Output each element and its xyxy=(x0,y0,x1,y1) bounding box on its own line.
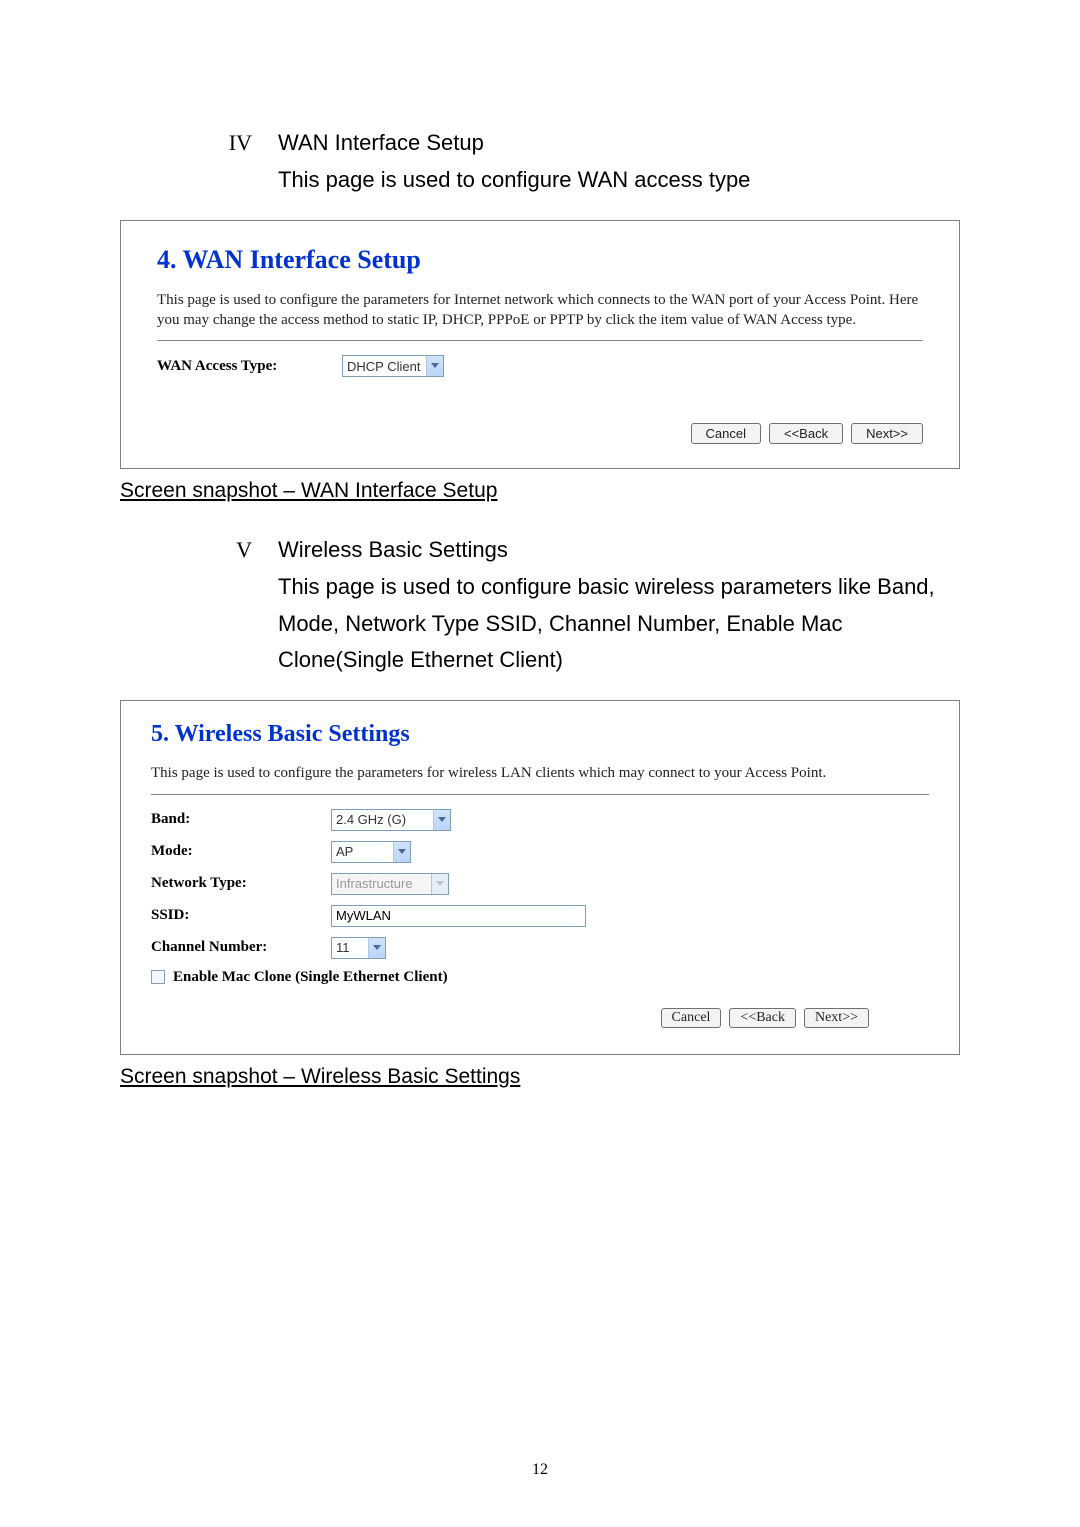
divider xyxy=(157,340,923,341)
chevron-down-icon xyxy=(368,938,385,958)
band-value: 2.4 GHz (G) xyxy=(332,812,412,827)
chevron-down-icon xyxy=(433,810,450,830)
cancel-button[interactable]: Cancel xyxy=(691,423,761,444)
section-v-title: Wireless Basic Settings xyxy=(278,537,508,563)
nettype-label: Network Type: xyxy=(151,875,331,892)
mode-value: AP xyxy=(332,844,359,859)
mac-clone-checkbox[interactable] xyxy=(151,970,165,984)
wan-caption: Screen snapshot – WAN Interface Setup xyxy=(120,479,960,503)
wan-access-row: WAN Access Type: DHCP Client xyxy=(157,355,923,377)
mode-label: Mode: xyxy=(151,843,331,860)
wireless-panel-title: 5. Wireless Basic Settings xyxy=(151,721,929,748)
section-iv-desc: This page is used to configure WAN acces… xyxy=(278,162,960,198)
chevron-down-icon xyxy=(431,874,448,894)
chevron-down-icon xyxy=(393,842,410,862)
nettype-select: Infrastructure xyxy=(331,873,449,895)
channel-select[interactable]: 11 xyxy=(331,937,386,959)
ssid-input[interactable] xyxy=(331,905,586,927)
wan-button-row: Cancel <<Back Next>> xyxy=(157,423,923,444)
wireless-caption: Screen snapshot – Wireless Basic Setting… xyxy=(120,1065,960,1089)
next-button[interactable]: Next>> xyxy=(851,423,923,444)
cancel-button[interactable]: Cancel xyxy=(661,1008,722,1028)
nettype-value: Infrastructure xyxy=(332,876,419,891)
wan-access-select[interactable]: DHCP Client xyxy=(342,355,444,377)
roman-v: V xyxy=(192,537,252,563)
section-iv-title: WAN Interface Setup xyxy=(278,130,484,156)
wireless-button-row: Cancel <<Back Next>> xyxy=(151,1008,869,1028)
nettype-row: Network Type: Infrastructure xyxy=(151,873,929,895)
mac-clone-label: Enable Mac Clone (Single Ethernet Client… xyxy=(173,969,448,986)
section-v-heading: V Wireless Basic Settings xyxy=(192,537,960,563)
back-button[interactable]: <<Back xyxy=(769,423,843,444)
channel-label: Channel Number: xyxy=(151,939,331,956)
band-label: Band: xyxy=(151,811,331,828)
back-button[interactable]: <<Back xyxy=(729,1008,796,1028)
page-number: 12 xyxy=(0,1461,1080,1479)
wan-access-label: WAN Access Type: xyxy=(157,358,342,375)
channel-value: 11 xyxy=(332,940,356,955)
section-iv-heading: IV WAN Interface Setup xyxy=(192,130,960,156)
band-select[interactable]: 2.4 GHz (G) xyxy=(331,809,451,831)
roman-iv: IV xyxy=(192,130,252,156)
ssid-row: SSID: xyxy=(151,905,929,927)
divider xyxy=(151,794,929,795)
wan-panel-title: 4. WAN Interface Setup xyxy=(157,245,923,275)
band-row: Band: 2.4 GHz (G) xyxy=(151,809,929,831)
wireless-panel: 5. Wireless Basic Settings This page is … xyxy=(120,700,960,1055)
channel-row: Channel Number: 11 xyxy=(151,937,929,959)
mode-select[interactable]: AP xyxy=(331,841,411,863)
ssid-label: SSID: xyxy=(151,907,331,924)
mac-clone-row: Enable Mac Clone (Single Ethernet Client… xyxy=(151,969,929,986)
wan-panel: 4. WAN Interface Setup This page is used… xyxy=(120,220,960,469)
next-button[interactable]: Next>> xyxy=(804,1008,869,1028)
mode-row: Mode: AP xyxy=(151,841,929,863)
chevron-down-icon xyxy=(426,356,443,376)
wireless-panel-intro: This page is used to configure the param… xyxy=(151,764,929,784)
wan-access-value: DHCP Client xyxy=(343,359,426,374)
wan-panel-intro: This page is used to configure the param… xyxy=(157,291,923,330)
section-v-desc: This page is used to configure basic wir… xyxy=(278,569,960,678)
